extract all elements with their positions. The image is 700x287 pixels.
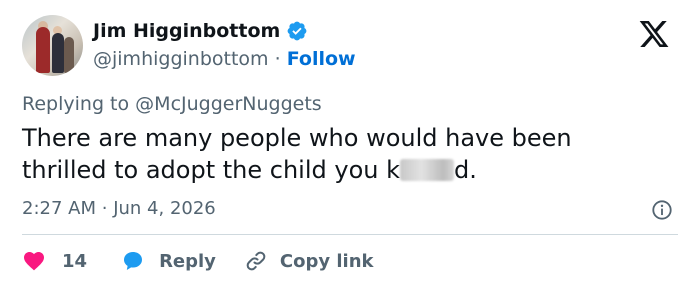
author-name-row[interactable]: Jim Higginbottom [93, 20, 308, 42]
heart-icon [24, 252, 44, 271]
avatar[interactable] [22, 15, 83, 76]
copy-link-button[interactable]: Copy link [244, 249, 374, 273]
avatar-photo-detail [64, 37, 74, 73]
reply-bubble-icon [124, 252, 143, 270]
tweet-text: There are many people who would have bee… [22, 122, 662, 186]
tweet-date[interactable]: Jun 4, 2026 [113, 198, 216, 219]
replying-mention-link[interactable]: @McJuggerNuggets [135, 93, 322, 115]
follow-button[interactable]: Follow [287, 48, 356, 70]
redacted-blur [400, 159, 454, 181]
tweet-timestamp[interactable]: 2:27 AM · Jun 4, 2026 [22, 198, 216, 219]
replying-prefix: Replying to [22, 93, 130, 115]
reply-button[interactable]: Reply [121, 249, 216, 273]
copy-link-label: Copy link [279, 250, 374, 272]
author-name[interactable]: Jim Higginbottom [93, 20, 280, 42]
separator-dot: · [274, 48, 281, 70]
replying-to-line: Replying to @McJuggerNuggets [22, 93, 322, 115]
reply-label: Reply [159, 250, 216, 272]
tweet-text-part1: There are many people who would have bee… [22, 124, 572, 184]
like-button[interactable]: 14 [22, 249, 87, 273]
verified-badge-icon [287, 21, 307, 41]
tweet-time[interactable]: 2:27 AM [22, 198, 96, 219]
separator-dot: · [101, 198, 108, 219]
like-count: 14 [62, 250, 88, 272]
tweet-text-part2: d. [454, 156, 477, 184]
avatar-photo-detail [52, 33, 64, 73]
x-logo-icon[interactable] [636, 18, 672, 50]
divider [22, 234, 678, 235]
link-icon [246, 251, 266, 271]
info-icon[interactable] [651, 199, 673, 221]
author-handle[interactable]: @jimhigginbottom [93, 48, 269, 70]
action-bar: 14 Reply Copy link [22, 248, 374, 274]
avatar-photo-detail [36, 27, 50, 73]
author-handle-line: @jimhigginbottom · Follow [93, 48, 356, 70]
